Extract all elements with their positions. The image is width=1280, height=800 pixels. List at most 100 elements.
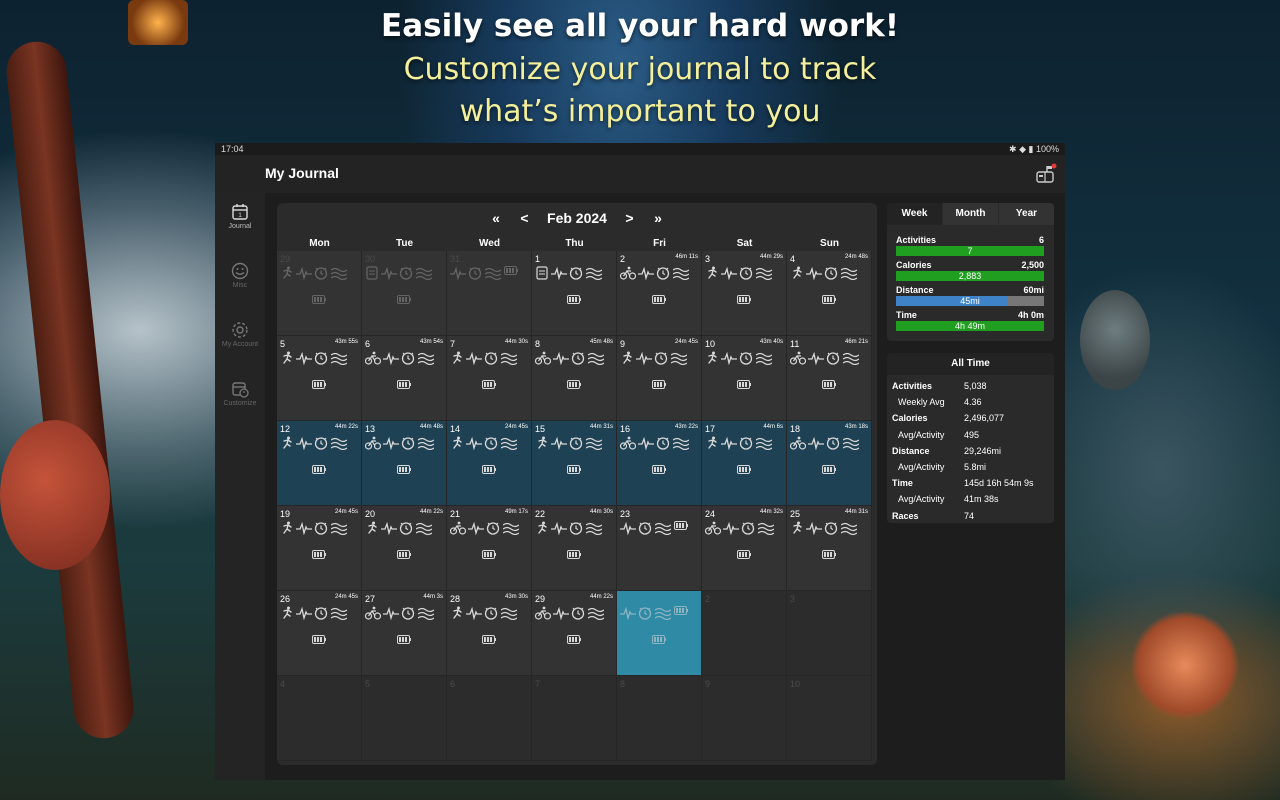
nav-misc[interactable]: Misc — [215, 262, 265, 289]
calendar-day[interactable]: 16 43m 22s — [617, 421, 702, 506]
calendar-day[interactable]: 18 43m 18s — [787, 421, 872, 506]
calendar-day[interactable]: 3 44m 29s — [702, 251, 787, 336]
calendar-day[interactable]: 14 24m 45s — [447, 421, 532, 506]
calendar-day[interactable]: 29 — [277, 251, 362, 336]
calendar-day[interactable]: 6 43m 54s — [362, 336, 447, 421]
calendar-day[interactable]: 10 43m 40s — [702, 336, 787, 421]
battery-icon — [397, 635, 411, 644]
prev-month-button[interactable]: < — [520, 210, 528, 226]
day-number: 28 — [450, 594, 461, 604]
calendar-day[interactable]: 23 — [617, 506, 702, 591]
calendar-day[interactable]: 13 44m 48s — [362, 421, 447, 506]
calendar-day[interactable]: 22 44m 30s — [532, 506, 617, 591]
day-battery — [397, 631, 411, 649]
background-mushroom — [0, 420, 110, 570]
heart-rate-icon — [551, 521, 567, 535]
stat-progress-bar: 7 — [896, 246, 1044, 256]
alarm-clock-icon — [739, 267, 753, 280]
waves-icon — [588, 607, 604, 620]
calendar-day[interactable]: 30 — [362, 251, 447, 336]
calendar-day[interactable]: 25 44m 31s — [787, 506, 872, 591]
calendar-day[interactable]: 8 — [617, 676, 702, 761]
next-year-button[interactable]: » — [654, 210, 662, 226]
calendar-day[interactable]: 17 44m 6s — [702, 421, 787, 506]
calendar-day[interactable]: 7 — [532, 676, 617, 761]
alarm-clock-icon — [399, 522, 413, 535]
calendar-day[interactable]: 20 44m 22s — [362, 506, 447, 591]
calendar-day[interactable]: 10 — [787, 676, 872, 761]
calendar-day[interactable]: 26 24m 45s — [277, 591, 362, 676]
day-icons — [535, 351, 615, 369]
calendar-day[interactable]: 3 — [787, 591, 872, 676]
day-battery — [482, 546, 496, 564]
calendar-nav: « < Feb 2024 > » — [277, 209, 877, 229]
prev-year-button[interactable]: « — [492, 210, 500, 226]
calendar-day[interactable]: 9 — [702, 676, 787, 761]
day-number: 19 — [280, 509, 291, 519]
battery-icon — [674, 606, 688, 615]
alarm-clock-icon — [401, 437, 415, 450]
run-icon — [538, 521, 547, 534]
calendar-day[interactable]: 19 24m 45s — [277, 506, 362, 591]
battery-icon — [397, 465, 411, 474]
calendar-day[interactable]: 4 — [277, 676, 362, 761]
calendar-day[interactable]: 21 49m 17s — [447, 506, 532, 591]
bike-icon — [620, 266, 636, 280]
calendar-day[interactable]: 29 44m 22s — [532, 591, 617, 676]
calendar-day[interactable]: 27 44m 3s — [362, 591, 447, 676]
calendar-day[interactable]: 15 44m 31s — [532, 421, 617, 506]
run-icon — [623, 351, 632, 364]
calendar-day[interactable]: 8 45m 48s — [532, 336, 617, 421]
day-icons — [705, 436, 785, 454]
weekday-sun: Sun — [820, 238, 839, 249]
calendar-day[interactable]: 31 — [447, 251, 532, 336]
day-duration: 24m 48s — [844, 254, 868, 260]
calendar-day[interactable]: 12 44m 22s — [277, 421, 362, 506]
calendar-day[interactable]: 1 — [532, 251, 617, 336]
nav-my-account[interactable]: My Account — [215, 321, 265, 348]
calendar-day[interactable] — [617, 591, 702, 676]
day-duration: 44m 6s — [763, 424, 783, 430]
day-number: 27 — [365, 594, 376, 604]
day-number: 15 — [535, 424, 546, 434]
mailbox-icon[interactable] — [1035, 163, 1057, 185]
day-number: 6 — [450, 679, 456, 689]
calendar-day[interactable]: 4 24m 48s — [787, 251, 872, 336]
calendar-day[interactable]: 5 — [362, 676, 447, 761]
bike-icon — [535, 351, 551, 365]
calendar-day[interactable]: 24 44m 32s — [702, 506, 787, 591]
day-icons — [450, 266, 530, 284]
waves-icon — [331, 607, 347, 620]
next-month-button[interactable]: > — [625, 210, 633, 226]
tab-week[interactable]: Week — [887, 203, 942, 225]
all-time-value: 145d 16h 54m 9s — [964, 478, 1034, 489]
calendar-day[interactable]: 7 44m 30s — [447, 336, 532, 421]
nav-journal[interactable]: 1 Journal — [215, 203, 265, 230]
day-battery — [312, 461, 326, 479]
nav-my-account-label: My Account — [221, 341, 259, 348]
alarm-clock-icon — [314, 607, 328, 620]
calendar-day[interactable]: 5 43m 55s — [277, 336, 362, 421]
heart-rate-icon — [620, 521, 636, 535]
wifi-icon: ✱ ◆ ▮ — [1009, 144, 1034, 154]
calendar-day[interactable]: 9 24m 45s — [617, 336, 702, 421]
day-duration: 43m 22s — [674, 424, 698, 430]
alarm-clock-icon — [824, 522, 838, 535]
tab-year[interactable]: Year — [999, 203, 1054, 225]
run-icon — [708, 266, 717, 279]
day-number: 17 — [705, 424, 716, 434]
day-duration: 24m 45s — [674, 339, 698, 345]
run-icon — [283, 436, 292, 449]
day-number: 1 — [535, 254, 541, 264]
nav-customize[interactable]: Customize — [215, 380, 265, 407]
calendar-day[interactable]: 6 — [447, 676, 532, 761]
day-icons — [620, 351, 700, 369]
waves-icon — [843, 352, 859, 365]
calendar-day[interactable]: 2 — [702, 591, 787, 676]
bike-icon — [535, 606, 551, 620]
calendar-day[interactable]: 11 46m 21s — [787, 336, 872, 421]
calendar-day[interactable]: 28 43m 30s — [447, 591, 532, 676]
tab-month[interactable]: Month — [943, 203, 998, 225]
calendar-day[interactable]: 2 46m 11s — [617, 251, 702, 336]
battery-icon — [397, 295, 411, 304]
